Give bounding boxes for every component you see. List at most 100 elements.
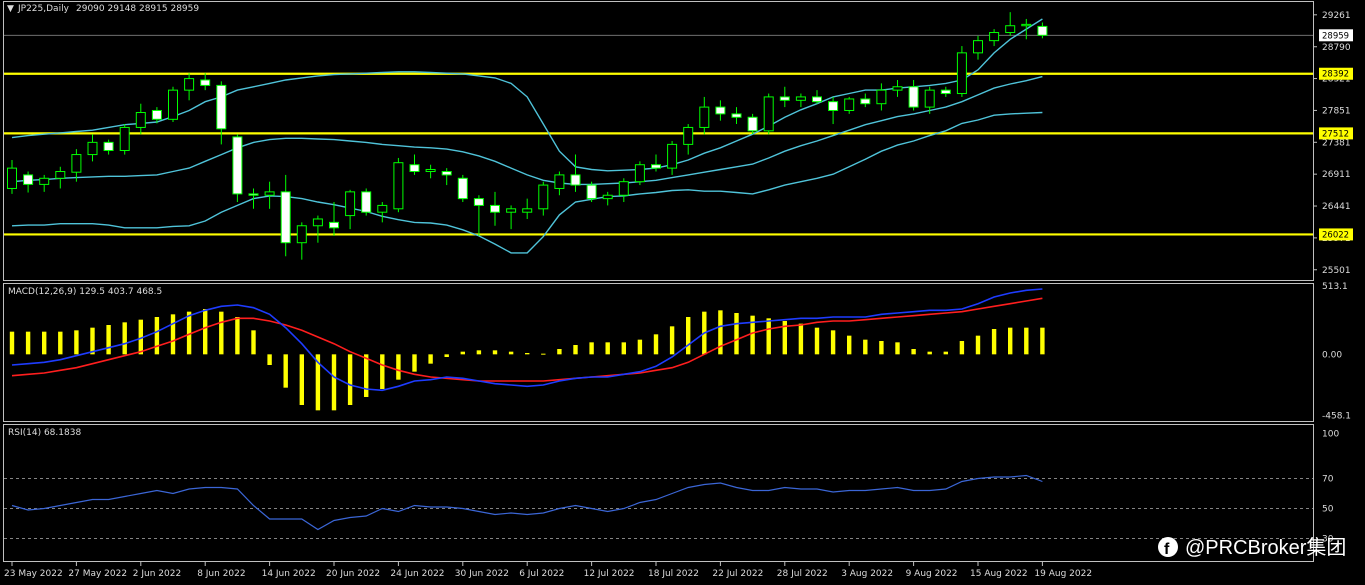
candle-body: [151, 109, 162, 120]
macd-histogram-bar: [605, 342, 610, 355]
candle-body: [457, 177, 468, 200]
candle-body: [586, 184, 597, 200]
level-price-tag-label: 26022: [1322, 230, 1349, 240]
candle-body: [812, 96, 822, 103]
candle-body: [570, 174, 581, 186]
time-axis-label: 8 Jun 2022: [197, 569, 245, 579]
macd-histogram-bar: [396, 354, 401, 380]
dropdown-triangle-icon[interactable]: ▼: [7, 4, 14, 14]
candle-body: [184, 78, 195, 91]
candle-body: [731, 113, 742, 118]
candle-body: [940, 89, 951, 95]
macd-histogram-bar: [541, 353, 546, 355]
macd-histogram-bar: [895, 342, 900, 355]
time-axis-label: 20 Jun 2022: [326, 569, 380, 579]
candle-body: [892, 86, 903, 91]
time-axis-label: 19 Aug 2022: [1034, 569, 1092, 579]
rsi-title: RSI(14) 68.1838: [8, 428, 81, 438]
macd-histogram-bar: [106, 325, 111, 355]
macd-histogram-bar: [251, 330, 256, 355]
candle-body: [667, 143, 678, 169]
macd-histogram-bar: [90, 327, 95, 355]
price-axis-label: 27851: [1322, 106, 1351, 116]
candle-body: [55, 171, 66, 179]
candle-body: [844, 98, 855, 111]
candle-body: [956, 52, 967, 95]
macd-histogram-bar: [74, 330, 79, 355]
candle-body: [135, 112, 146, 128]
macd-histogram-bar: [122, 322, 127, 355]
facebook-icon-glyph: f: [1164, 541, 1170, 558]
macd-histogram-bar: [412, 354, 417, 372]
macd-histogram-bar: [734, 313, 739, 355]
macd-histogram-bar: [444, 354, 449, 357]
macd-histogram-bar: [299, 354, 304, 405]
macd-histogram-bar: [267, 354, 272, 365]
time-axis-label: 22 Jul 2022: [712, 569, 763, 579]
candle-body: [87, 141, 98, 156]
time-axis-label: 27 May 2022: [68, 569, 127, 579]
candle-body: [973, 40, 983, 54]
macd-histogram-bar: [476, 350, 482, 355]
candle-body: [264, 191, 275, 196]
macd-histogram-bar: [170, 314, 176, 355]
candle-body: [248, 193, 259, 196]
time-axis-label: 30 Jun 2022: [455, 569, 509, 579]
candle-body: [795, 96, 806, 101]
macd-histogram-bar: [975, 335, 981, 355]
candle-body: [779, 96, 790, 101]
candle-body: [602, 194, 613, 200]
macd-histogram-bar: [766, 318, 771, 355]
macd-histogram-bar: [331, 354, 337, 411]
candle-body: [23, 174, 34, 185]
candle-body: [651, 164, 661, 169]
time-axis-label: 2 Jun 2022: [133, 569, 181, 579]
macd-histogram-bar: [669, 326, 675, 355]
candle-body: [473, 198, 484, 206]
time-axis-label: 12 Jul 2022: [584, 569, 635, 579]
macd-histogram-bar: [879, 341, 884, 355]
time-axis-label: 3 Aug 2022: [841, 569, 893, 579]
macd-histogram-bar: [991, 329, 997, 355]
rsi-axis-label: 50: [1322, 505, 1334, 515]
time-axis-label: 15 Aug 2022: [970, 569, 1028, 579]
macd-axis-label: 0.00: [1322, 350, 1342, 360]
time-axis-label: 23 May 2022: [4, 569, 63, 579]
candle-body: [538, 184, 549, 210]
candle-body: [39, 177, 50, 185]
time-axis-label: 28 Jul 2022: [777, 569, 828, 579]
macd-histogram-bar: [235, 317, 240, 355]
macd-histogram-bar: [428, 354, 433, 364]
candle-body: [329, 221, 339, 229]
trading-chart[interactable]: 2926128790283212785127381269112644125971…: [0, 0, 1365, 585]
macd-histogram-bar: [1040, 327, 1045, 355]
candle-body: [618, 181, 629, 196]
macd-histogram-bar: [460, 351, 465, 355]
candle-body: [409, 164, 420, 173]
candle-body: [168, 89, 178, 120]
macd-histogram-bar: [573, 345, 578, 355]
macd-histogram-bar: [203, 309, 208, 355]
macd-histogram-bar: [9, 331, 15, 355]
candle-body: [377, 204, 388, 213]
candle-body: [119, 126, 130, 151]
candle-body: [828, 101, 839, 111]
macd-axis-label: 513.1: [1322, 282, 1348, 292]
candle-body: [634, 164, 645, 183]
macd-histogram-bar: [863, 339, 868, 355]
candle-body: [312, 218, 323, 227]
candle-body: [715, 106, 726, 115]
candle-body: [554, 174, 565, 189]
macd-histogram-bar: [927, 351, 932, 355]
macd-histogram-bar: [589, 342, 594, 355]
macd-histogram-bar: [154, 317, 160, 355]
watermark: f @PRCBroker集团: [1158, 536, 1346, 559]
candle-body: [747, 116, 758, 132]
macd-histogram-bar: [525, 353, 530, 355]
time-axis-label: 14 Jun 2022: [262, 569, 316, 579]
rsi-axis-label: 70: [1322, 475, 1334, 485]
price-axis-label: 26441: [1322, 202, 1351, 212]
ohlc-label: 29090 29148 28915 28959: [76, 4, 199, 14]
macd-histogram-bar: [911, 349, 916, 355]
candle-body: [71, 154, 82, 173]
